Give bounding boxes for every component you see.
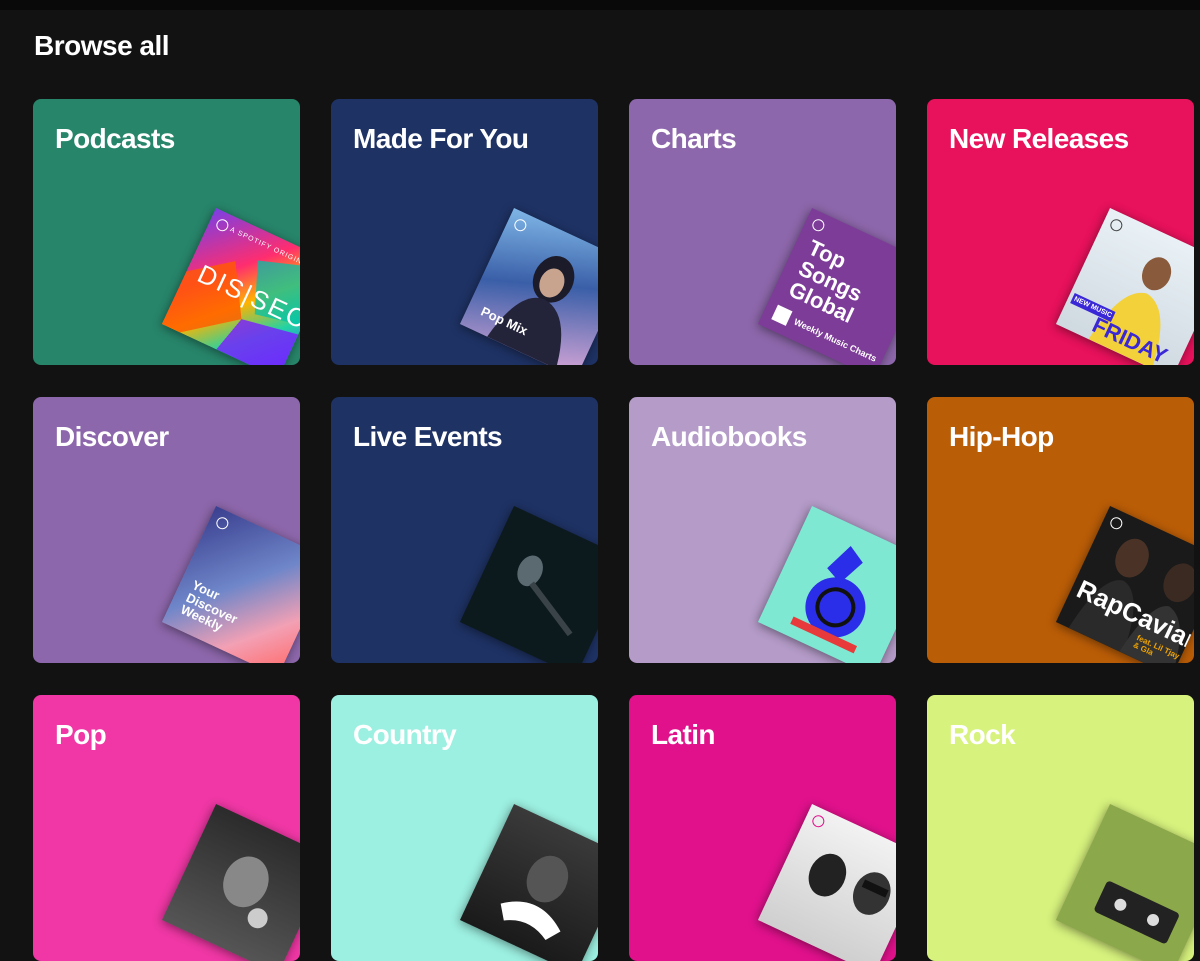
card-live-events[interactable]: Live Events (331, 397, 598, 663)
cover-art-discover-weekly: Your Discover Weekly (161, 505, 300, 663)
card-new-releases[interactable]: New Releases NEW MUSIC FRIDAY (927, 99, 1194, 365)
headphones-illustration (790, 546, 866, 654)
card-discover[interactable]: Discover Your Discover Weekly (33, 397, 300, 663)
microphone-icon (517, 555, 573, 637)
art-text: Your Discover Weekly (178, 577, 241, 635)
card-audiobooks[interactable]: Audiobooks (629, 397, 896, 663)
card-title: Made For You (353, 123, 529, 154)
card-title: Charts (651, 123, 737, 154)
card-title: Live Events (353, 421, 503, 452)
singer-photo (223, 856, 269, 929)
card-title: Pop (55, 719, 107, 750)
browse-grid: Podcasts A SPOTIFY ORIGINAL DIS|SECT Mad… (33, 99, 1194, 961)
top-bar (0, 0, 1200, 10)
card-title: Audiobooks (651, 421, 807, 452)
cover-art-microphone (459, 505, 598, 663)
card-made-for-you[interactable]: Made For You Pop Mix (331, 99, 598, 365)
card-hip-hop[interactable]: Hip-Hop RapCaviar feat. Lil Tjay & Gla (927, 397, 1194, 663)
cover-art-dissect: A SPOTIFY ORIGINAL DIS|SECT (161, 207, 300, 365)
card-latin[interactable]: Latin (629, 695, 896, 961)
cover-art-pop-mix: Pop Mix (459, 207, 598, 365)
card-country[interactable]: Country (331, 695, 598, 961)
spotify-icon (214, 515, 231, 532)
card-charts[interactable]: Charts Top Songs Global Weekly Music Cha… (629, 99, 896, 365)
cover-art-new-music-friday: NEW MUSIC FRIDAY (1055, 207, 1194, 365)
cover-art-audiobooks (757, 505, 896, 663)
card-title: Podcasts (55, 123, 175, 154)
cover-art-pop (161, 803, 300, 961)
card-title: Country (353, 719, 457, 750)
cover-art-top-songs: Top Songs Global Weekly Music Charts (757, 207, 896, 365)
artists-photo (808, 853, 891, 915)
card-title: Rock (949, 719, 1016, 750)
section-title: Browse all (34, 30, 170, 61)
cassette-illustration (1094, 881, 1179, 944)
card-title: Discover (55, 421, 169, 452)
spotify-icon (810, 217, 827, 234)
cover-art-latin (757, 803, 896, 961)
portrait-silhouette (487, 256, 575, 365)
card-title: New Releases (949, 123, 1129, 154)
card-rock[interactable]: Rock (927, 695, 1194, 961)
cover-art-country (459, 803, 598, 961)
card-title: Hip-Hop (949, 421, 1054, 452)
cowboy-hat-photo (500, 855, 569, 940)
cover-art-rapcaviar: RapCaviar feat. Lil Tjay & Gla (1055, 505, 1194, 663)
card-pop[interactable]: Pop (33, 695, 300, 961)
card-title: Latin (651, 719, 715, 750)
card-podcasts[interactable]: Podcasts A SPOTIFY ORIGINAL DIS|SECT (33, 99, 300, 365)
cover-art-rock (1055, 803, 1194, 961)
chart-arrow-icon (771, 304, 793, 326)
